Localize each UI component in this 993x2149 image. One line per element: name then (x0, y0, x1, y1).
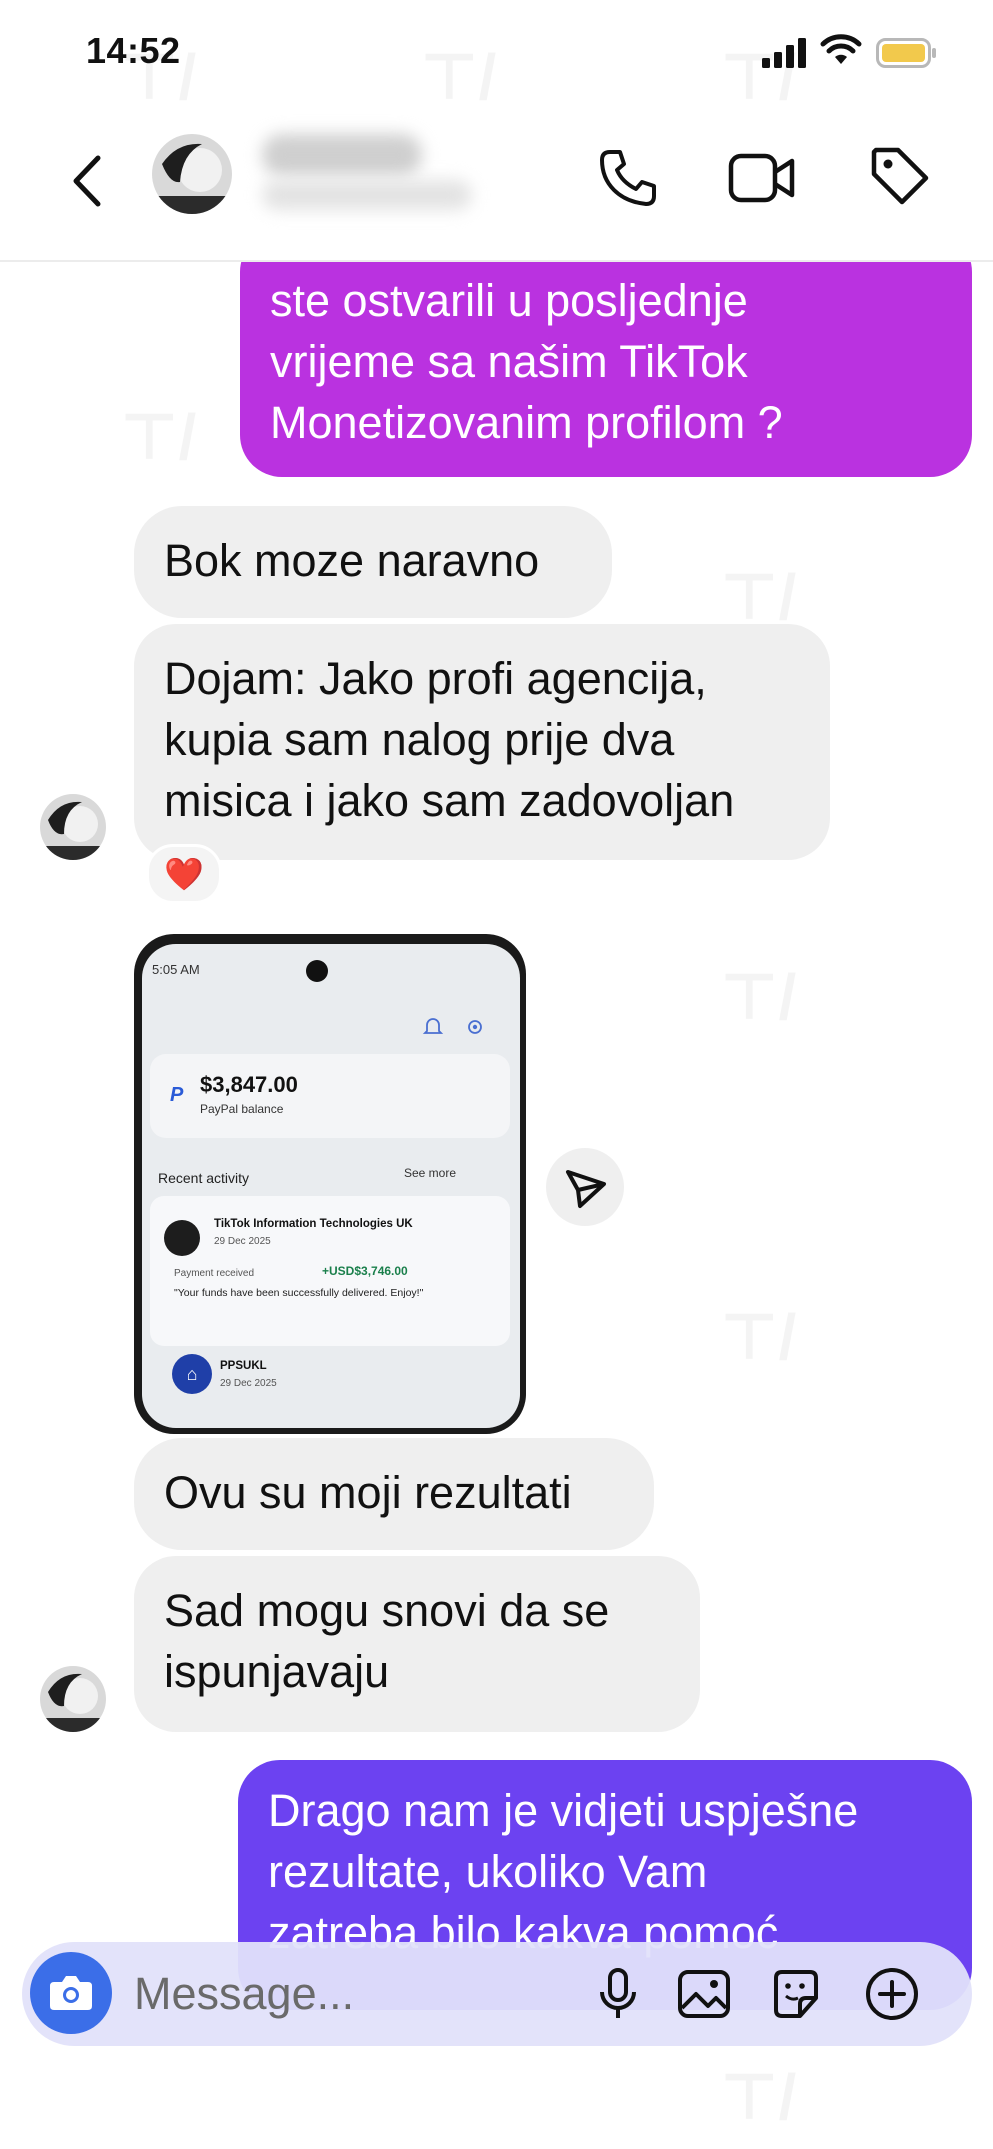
plus-icon[interactable] (864, 1966, 920, 2022)
message-line: Monetizovanim profilom ? (270, 397, 783, 448)
back-chevron-icon[interactable] (62, 146, 112, 216)
camera-icon (50, 1976, 92, 2010)
camera-notch (306, 960, 328, 982)
transaction-date: 29 Dec 2025 (220, 1378, 277, 1389)
battery-icon (876, 38, 936, 68)
sender-avatar[interactable] (40, 1666, 106, 1732)
watermark: ⊤/ (120, 400, 196, 475)
incoming-message-bubble[interactable]: Bok moze naravno (134, 506, 612, 618)
message-line: kupia sam nalog prije dva (164, 714, 675, 765)
transaction-date: 29 Dec 2025 (214, 1236, 271, 1247)
camera-button[interactable] (30, 1952, 112, 2034)
message-text: Ovu su moji rezultati (164, 1467, 572, 1518)
message-line: Sad mogu snovi da se (164, 1585, 610, 1636)
tag-icon[interactable] (868, 144, 932, 208)
message-composer (22, 1942, 972, 2046)
message-line: Dojam: Jako profi agencija, (164, 653, 707, 704)
incoming-message-bubble[interactable]: Dojam: Jako profi agencija, kupia sam na… (134, 624, 830, 860)
screenshot-bell-icon (422, 1018, 444, 1034)
transaction-note: "Your funds have been successfully deliv… (174, 1287, 424, 1299)
see-more-link: See more (404, 1166, 457, 1180)
balance-amount: $3,847.00 (200, 1072, 298, 1097)
paypal-logo-icon: P (170, 1084, 184, 1106)
watermark: ⊤/ (720, 960, 796, 1035)
transaction-card: TikTok Information Technologies UK 29 De… (150, 1196, 510, 1346)
message-input[interactable] (134, 1964, 594, 2024)
recent-activity-heading: Recent activity (158, 1170, 250, 1186)
phone-icon[interactable] (596, 146, 660, 210)
contact-avatar[interactable] (152, 134, 232, 214)
share-send-icon (566, 1170, 606, 1208)
outgoing-message-bubble[interactable]: ste ostvarili u posljednje vrijeme sa na… (240, 230, 972, 477)
balance-card: P $3,847.00 PayPal balance (150, 1054, 510, 1138)
contact-name-blurred[interactable] (262, 134, 422, 176)
screenshot-status-time: 5:05 AM (152, 962, 200, 977)
share-button[interactable] (546, 1148, 624, 1226)
bank-icon: ⌂ (172, 1354, 212, 1394)
microphone-icon[interactable] (590, 1966, 646, 2022)
screenshot-settings-icon (468, 1020, 482, 1034)
sender-avatar[interactable] (40, 794, 106, 860)
message-text: Bok moze naravno (164, 535, 540, 586)
message-line: misica i jako sam zadovoljan (164, 775, 735, 826)
watermark: ⊤/ (720, 1300, 796, 1375)
incoming-message-bubble[interactable]: Ovu su moji rezultati (134, 1438, 654, 1550)
message-line: rezultate, ukoliko Vam (268, 1846, 708, 1897)
image-gallery-icon[interactable] (676, 1966, 732, 2022)
status-bar: 14:52 (0, 0, 993, 110)
transaction-name: TikTok Information Technologies UK (214, 1218, 413, 1230)
transaction-status: Payment received (174, 1268, 255, 1279)
balance-label: PayPal balance (200, 1102, 284, 1116)
transaction-name: PPSUKL (220, 1360, 267, 1372)
merchant-icon (164, 1220, 200, 1256)
chat-header (0, 110, 993, 262)
message-line: ispunjavaju (164, 1646, 390, 1697)
paypal-screen: 5:05 AM P $3,847.00 PayPal balance Recen… (142, 944, 520, 1428)
video-camera-icon[interactable] (728, 148, 796, 208)
sticker-icon[interactable] (768, 1966, 824, 2022)
message-line: Drago nam je vidjeti uspješne (268, 1785, 859, 1836)
incoming-message-bubble[interactable]: Sad mogu snovi da se ispunjavaju (134, 1556, 700, 1732)
message-line: vrijeme sa našim TikTok (270, 336, 748, 387)
transaction-amount: +USD$3,746.00 (322, 1264, 408, 1278)
contact-username-blurred (262, 180, 472, 210)
message-line: ste ostvarili u posljednje (270, 275, 748, 326)
status-time: 14:52 (86, 30, 181, 71)
cellular-signal-icon (762, 38, 806, 68)
watermark: ⊤/ (720, 2060, 796, 2135)
heart-reaction[interactable]: ❤️ (146, 844, 222, 904)
wifi-icon (820, 34, 862, 64)
shared-image-message[interactable]: 5:05 AM P $3,847.00 PayPal balance Recen… (134, 934, 526, 1434)
